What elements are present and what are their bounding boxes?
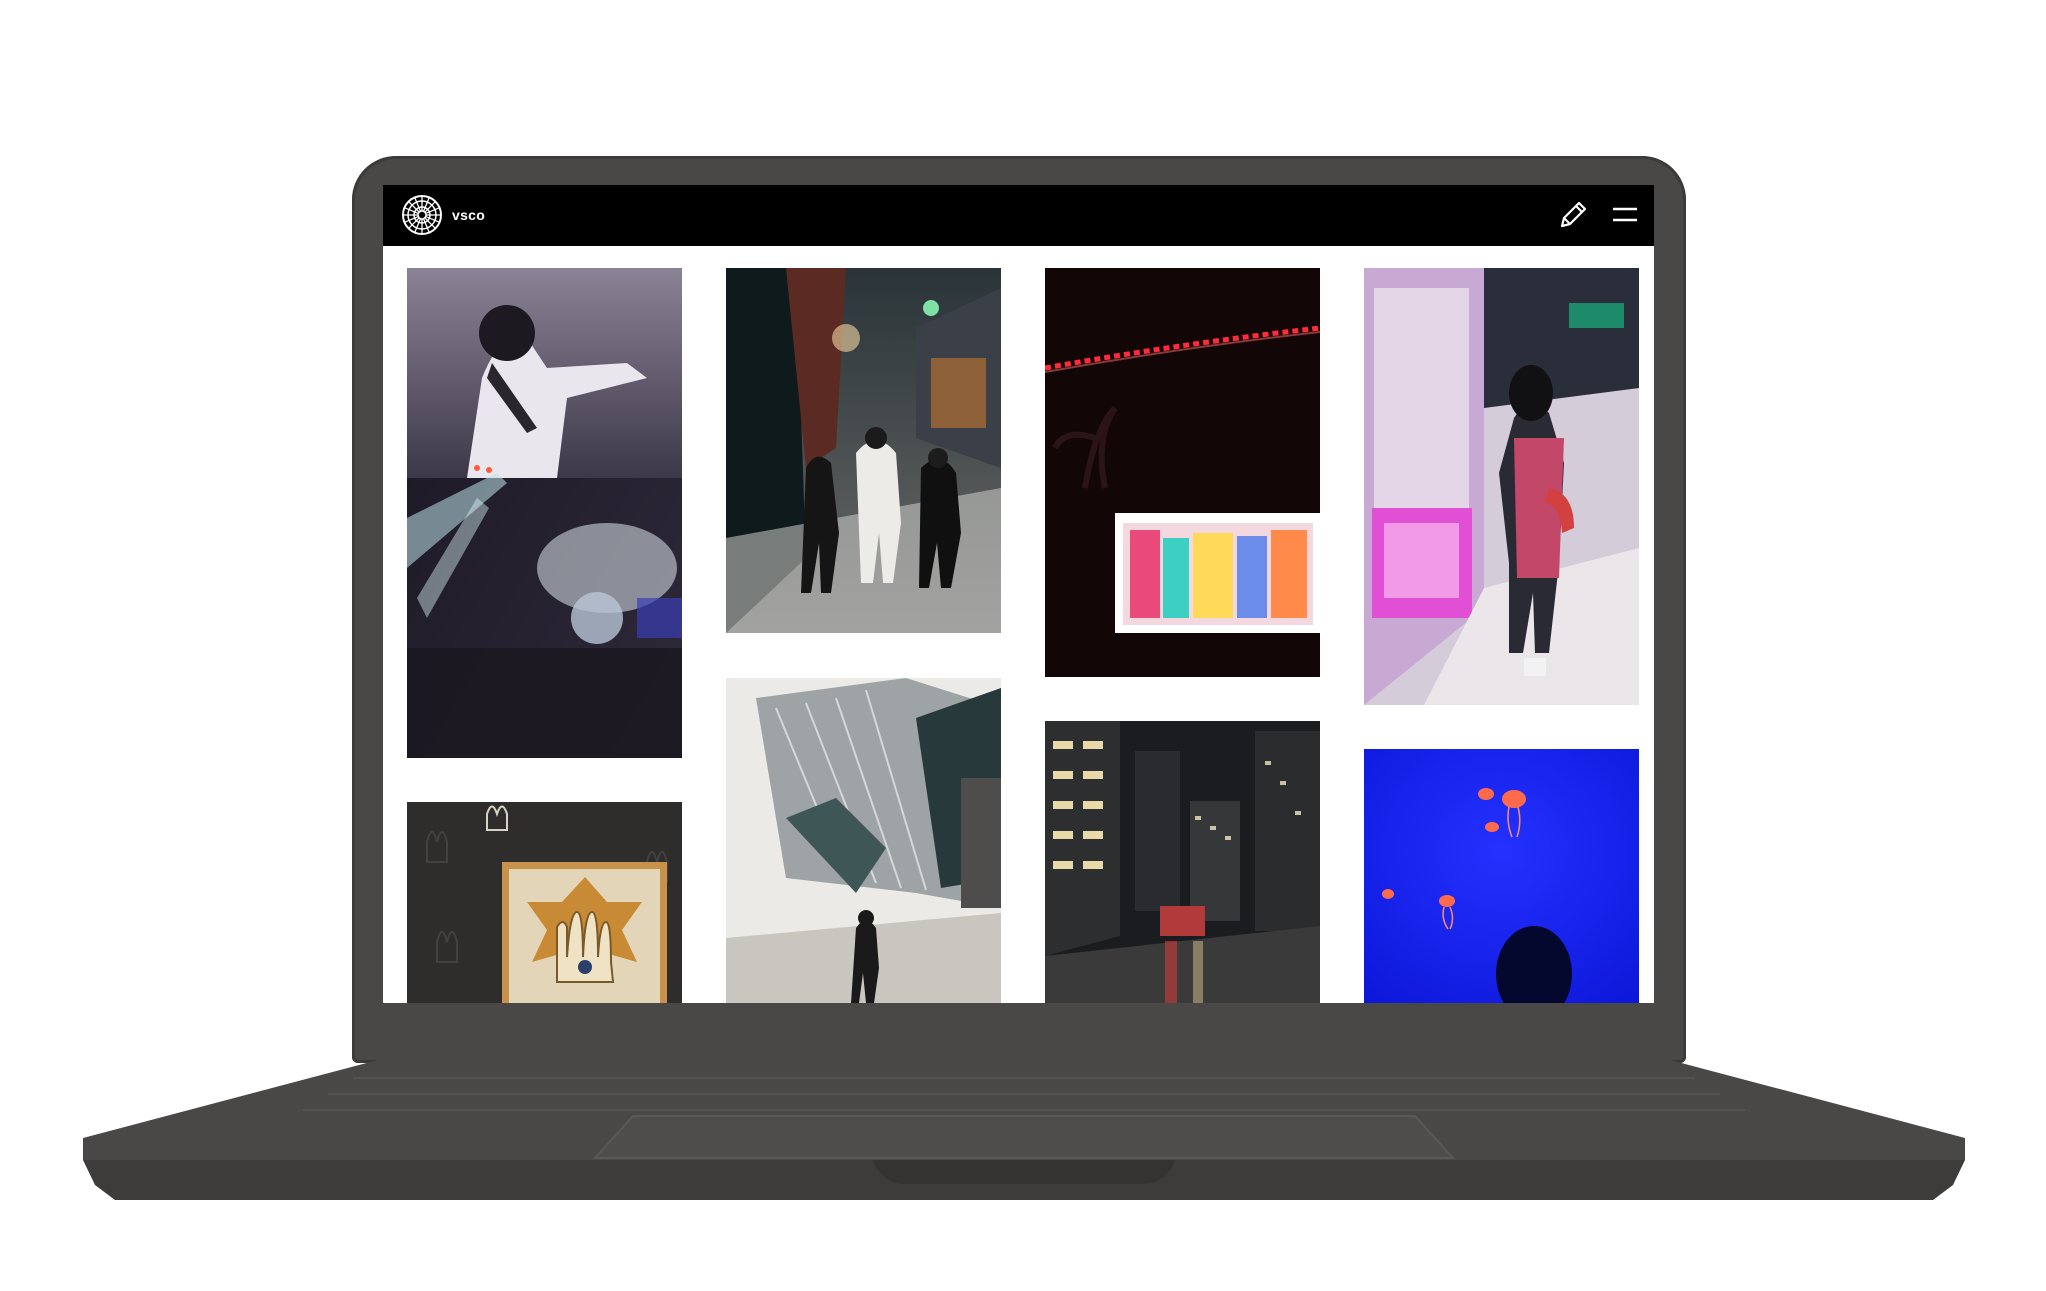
vsco-logo-icon [402,195,442,235]
gallery-item-red-lights-screen[interactable] [1045,268,1320,677]
photo-red-lights [1045,268,1320,677]
top-navbar: vsco [383,185,1654,246]
brand-name: vsco [452,207,486,223]
gallery-item-hamsa-artwork[interactable] [407,802,682,1003]
gallery-item-arcade-claw-machines[interactable] [1364,268,1639,705]
photo-city-night [1045,721,1320,1003]
gallery-item-jellyfish-blue[interactable] [1364,749,1639,1003]
gallery-item-street-night-walk[interactable] [726,268,1001,633]
hamburger-menu-icon[interactable] [1611,201,1639,229]
logo-link[interactable]: vsco [401,194,485,236]
gallery-item-city-night-street[interactable] [1045,721,1320,1003]
laptop-base [83,1060,1965,1205]
photo-street-walk [726,268,1001,633]
laptop-screen: vsco [383,185,1654,1003]
photo-concert [407,268,682,758]
pencil-icon[interactable] [1556,198,1590,232]
gallery-item-concert-performer[interactable] [407,268,682,758]
photo-jellyfish [1364,749,1639,1003]
gallery-item-crystal-building[interactable] [726,678,1001,1003]
photo-crystal-building [726,678,1001,1003]
photo-arcade [1364,268,1639,705]
photo-hamsa [407,802,682,1003]
